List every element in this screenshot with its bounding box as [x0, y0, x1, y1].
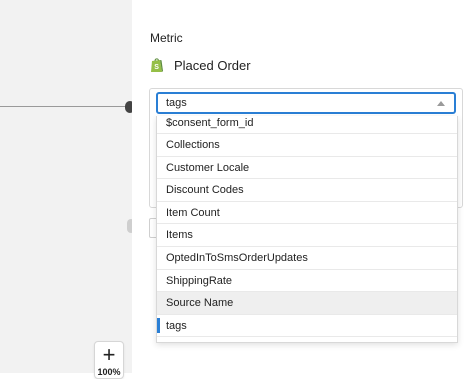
dropdown-option[interactable]: Item Count: [157, 202, 457, 225]
zoom-level: 100%: [97, 367, 121, 377]
dropdown-option[interactable]: Items: [157, 224, 457, 247]
property-select-value: tags: [166, 97, 187, 109]
flow-connector-line: [0, 106, 129, 107]
zoom-control: + 100%: [94, 341, 124, 379]
svg-text:S: S: [154, 64, 159, 71]
property-select[interactable]: tags: [156, 92, 456, 114]
dropdown-scrollbar[interactable]: [453, 116, 457, 342]
zoom-in-button[interactable]: +: [95, 344, 123, 366]
dropdown-option[interactable]: OptedInToSmsOrderUpdates: [157, 247, 457, 270]
metric-name: Placed Order: [174, 57, 251, 73]
properties-panel: Metric S Placed Order tags $consent_form…: [132, 0, 474, 373]
flow-canvas[interactable]: + 100%: [0, 0, 135, 379]
shopify-icon: S: [151, 58, 163, 72]
dropdown-option-hovered[interactable]: Source Name: [157, 292, 457, 315]
dropdown-option-selected[interactable]: tags: [157, 315, 457, 338]
dropdown-option[interactable]: $consent_form_id: [157, 116, 457, 134]
dropdown-option[interactable]: Collections: [157, 134, 457, 157]
metric-row: S Placed Order: [150, 55, 251, 75]
chevron-up-icon[interactable]: [437, 101, 445, 106]
dropdown-option[interactable]: Discount Codes: [157, 179, 457, 202]
metric-label: Metric: [150, 31, 183, 45]
dropdown-option[interactable]: Customer Locale: [157, 157, 457, 180]
property-dropdown-list: $consent_form_id Collections Customer Lo…: [156, 116, 458, 343]
dropdown-option[interactable]: ShippingRate: [157, 270, 457, 293]
